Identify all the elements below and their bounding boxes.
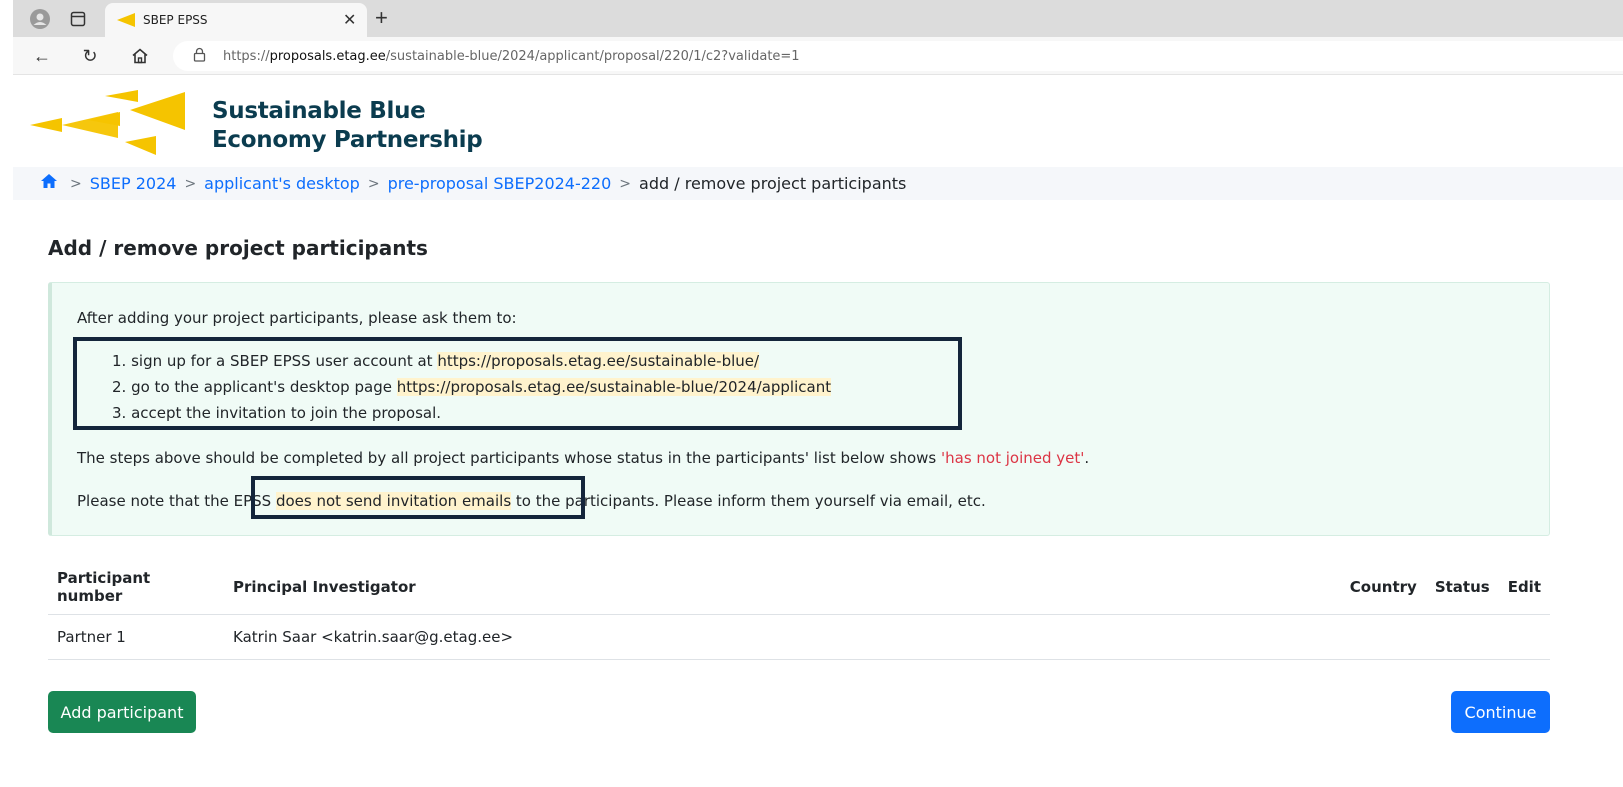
instructions-panel: After adding your project participants, … — [48, 282, 1550, 536]
steps-highlight-box — [73, 337, 962, 430]
breadcrumb-separator: > — [367, 175, 380, 192]
breadcrumb-link-pre-proposal[interactable]: pre-proposal SBEP2024-220 — [388, 174, 612, 193]
breadcrumb-link-sbep-2024[interactable]: SBEP 2024 — [90, 174, 177, 193]
browser-tab[interactable]: SBEP EPSS ✕ — [105, 3, 367, 37]
breadcrumb-current: add / remove project participants — [639, 174, 907, 193]
breadcrumb-link-applicants-desktop[interactable]: applicant's desktop — [204, 174, 360, 193]
breadcrumb: > SBEP 2024 > applicant's desktop > pre-… — [13, 167, 1623, 200]
url-field[interactable]: https://proposals.etag.ee/sustainable-bl… — [173, 41, 1623, 71]
reload-icon[interactable]: ↻ — [77, 43, 103, 69]
email-note-highlight-box — [251, 476, 585, 519]
header-country: Country — [1340, 560, 1426, 615]
new-tab-icon[interactable]: + — [375, 5, 388, 31]
brand-line-2: Economy Partnership — [212, 127, 483, 153]
sbep-logo[interactable] — [30, 90, 190, 155]
home-breadcrumb-icon[interactable] — [40, 173, 58, 194]
instructions-intro: After adding your project participants, … — [77, 309, 517, 327]
tab-bar: SBEP EPSS ✕ + — [13, 0, 1623, 37]
brand-line-1: Sustainable Blue — [212, 98, 426, 124]
participant-number: Partner 1 — [48, 614, 224, 660]
address-bar: ← ↻ https://proposals.etag.ee/sustainabl… — [13, 37, 1623, 75]
tab-actions-icon[interactable] — [65, 6, 91, 32]
site-header: Sustainable Blue Economy Partnership — [13, 75, 1623, 167]
status-note: The steps above should be completed by a… — [77, 449, 1090, 467]
back-icon[interactable]: ← — [29, 43, 55, 69]
participant-edit — [1498, 614, 1550, 660]
continue-button[interactable]: Continue — [1451, 691, 1550, 733]
breadcrumb-separator: > — [70, 175, 82, 192]
brand-name[interactable]: Sustainable Blue Economy Partnership — [212, 97, 483, 155]
lock-icon[interactable] — [193, 47, 206, 65]
profile-icon[interactable] — [27, 6, 53, 32]
status-not-joined-text: 'has not joined yet' — [941, 449, 1085, 467]
header-status: Status — [1425, 560, 1499, 615]
breadcrumb-separator: > — [619, 175, 632, 192]
sbep-favicon-icon — [117, 13, 135, 27]
header-principal-investigator: Principal Investigator — [224, 560, 1341, 615]
add-participant-button[interactable]: Add participant — [48, 691, 196, 733]
header-participant-number: Participant number — [48, 560, 224, 615]
table-row: Partner 1 Katrin Saar <katrin.saar@g.eta… — [48, 614, 1550, 660]
page-title: Add / remove project participants — [48, 236, 428, 260]
home-icon[interactable] — [127, 43, 153, 69]
participants-table: Participant number Principal Investigato… — [48, 560, 1550, 660]
url-text: https://proposals.etag.ee/sustainable-bl… — [223, 49, 800, 64]
principal-investigator: Katrin Saar <katrin.saar@g.etag.ee> — [224, 614, 1341, 660]
participant-status — [1425, 614, 1499, 660]
participant-country — [1340, 614, 1426, 660]
breadcrumb-separator: > — [184, 175, 197, 192]
browser-window: SBEP EPSS ✕ + ← ↻ https://proposals.etag… — [13, 0, 1623, 787]
tab-title: SBEP EPSS — [143, 13, 208, 27]
close-tab-icon[interactable]: ✕ — [343, 10, 356, 30]
header-edit: Edit — [1498, 560, 1550, 615]
table-header-row: Participant number Principal Investigato… — [48, 560, 1550, 615]
